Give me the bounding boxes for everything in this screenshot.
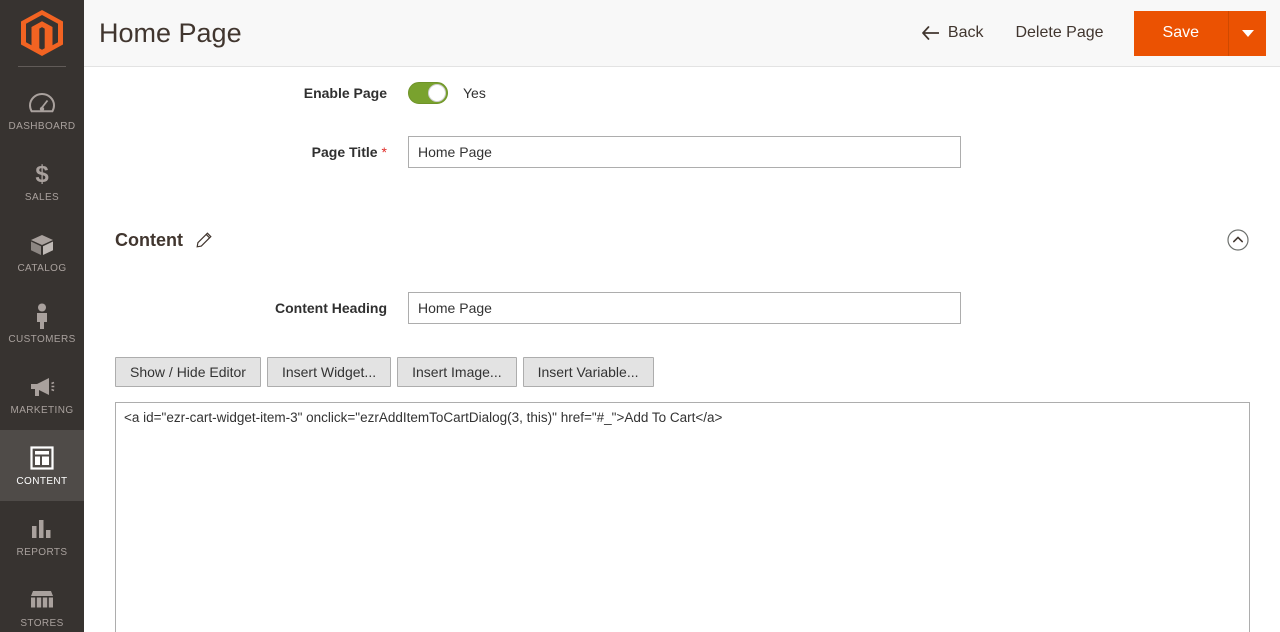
arrow-left-icon xyxy=(922,26,939,40)
page-title: Home Page xyxy=(99,17,242,48)
dashboard-icon xyxy=(29,90,55,116)
content-heading-row: Content Heading xyxy=(84,288,1280,328)
page-content: Enable Page Yes Page Title* Content xyxy=(84,67,1280,632)
pencil-icon[interactable] xyxy=(196,232,212,248)
page-title-label: Page Title * xyxy=(84,144,408,160)
sidebar-item-marketing[interactable]: Marketing xyxy=(0,359,84,430)
pencil-icon-glyph xyxy=(196,232,212,248)
insert-image-button[interactable]: Insert Image... xyxy=(397,357,517,387)
magento-logo-icon xyxy=(21,10,63,56)
required-marker: * xyxy=(381,144,387,160)
insert-variable-button[interactable]: Insert Variable... xyxy=(522,357,654,387)
sidebar-item-dashboard[interactable]: Dashboard xyxy=(0,75,84,146)
bar-chart-icon xyxy=(29,516,55,542)
save-dropdown-button[interactable] xyxy=(1228,10,1266,56)
enable-page-label: Enable Page xyxy=(303,85,387,101)
page-header: Home Page Back Delete Page Save xyxy=(84,0,1280,67)
sidebar-item-label: Catalog xyxy=(17,262,67,274)
admin-sidebar: Dashboard $ Sales Catalog xyxy=(0,0,84,632)
sidebar-item-customers[interactable]: Customers xyxy=(0,288,84,359)
page-title-row: Page Title * xyxy=(84,129,1280,175)
chevron-up-circle-icon xyxy=(1227,229,1249,251)
enable-page-value: Yes xyxy=(463,85,486,101)
storefront-icon xyxy=(29,587,55,613)
enable-page-row: Enable Page Yes xyxy=(84,67,1280,119)
content-editor-textarea[interactable]: <a id="ezr-cart-widget-item-3" onclick="… xyxy=(115,402,1250,632)
sidebar-item-label: Dashboard xyxy=(8,120,76,132)
insert-widget-button[interactable]: Insert Widget... xyxy=(266,357,392,387)
sidebar-item-sales[interactable]: $ Sales xyxy=(0,146,84,217)
sidebar-item-label: Sales xyxy=(24,191,60,203)
page-title-input[interactable] xyxy=(408,136,961,168)
caret-down-icon xyxy=(1241,29,1254,37)
sidebar-item-stores[interactable]: Stores xyxy=(0,572,84,632)
editor-toolbar: Show / Hide Editor Insert Widget... Inse… xyxy=(84,357,1280,387)
sidebar-item-label: Marketing xyxy=(10,404,74,416)
sidebar-item-label: Content xyxy=(16,475,68,487)
dollar-icon: $ xyxy=(29,161,55,187)
back-button-label: Back xyxy=(947,24,984,41)
content-heading-input[interactable] xyxy=(408,292,961,324)
delete-page-button[interactable]: Delete Page xyxy=(997,24,1121,42)
layout-icon xyxy=(29,445,55,471)
content-heading-label: Content Heading xyxy=(275,300,387,316)
toggle-knob xyxy=(428,84,446,102)
svg-text:$: $ xyxy=(35,161,49,187)
enable-page-toggle[interactable] xyxy=(408,82,448,104)
admin-page: Dashboard $ Sales Catalog xyxy=(0,0,1280,632)
page-title-label-text: Page Title xyxy=(311,144,378,160)
show-hide-editor-button[interactable]: Show / Hide Editor xyxy=(115,357,261,387)
header-actions: Back Delete Page Save xyxy=(908,0,1280,66)
sidebar-item-reports[interactable]: Reports xyxy=(0,501,84,572)
save-button[interactable]: Save xyxy=(1133,10,1228,56)
content-section-title: Content xyxy=(115,229,183,250)
sidebar-divider-top xyxy=(18,66,66,67)
sidebar-item-label: Customers xyxy=(8,333,76,345)
save-split-button: Save xyxy=(1133,10,1266,56)
magento-logo[interactable] xyxy=(0,0,84,66)
content-section-header: Content xyxy=(84,215,1280,265)
sidebar-item-catalog[interactable]: Catalog xyxy=(0,217,84,288)
person-icon xyxy=(29,303,55,329)
editor-area-wrapper: <a id="ezr-cart-widget-item-3" onclick="… xyxy=(84,402,1280,632)
collapse-section-button[interactable] xyxy=(1227,229,1249,251)
sidebar-item-content[interactable]: Content xyxy=(0,430,84,501)
back-button[interactable]: Back xyxy=(908,24,998,42)
sidebar-item-label: Reports xyxy=(16,546,68,558)
sidebar-item-label: Stores xyxy=(20,617,64,629)
megaphone-icon xyxy=(29,374,55,400)
box-icon xyxy=(29,232,55,258)
